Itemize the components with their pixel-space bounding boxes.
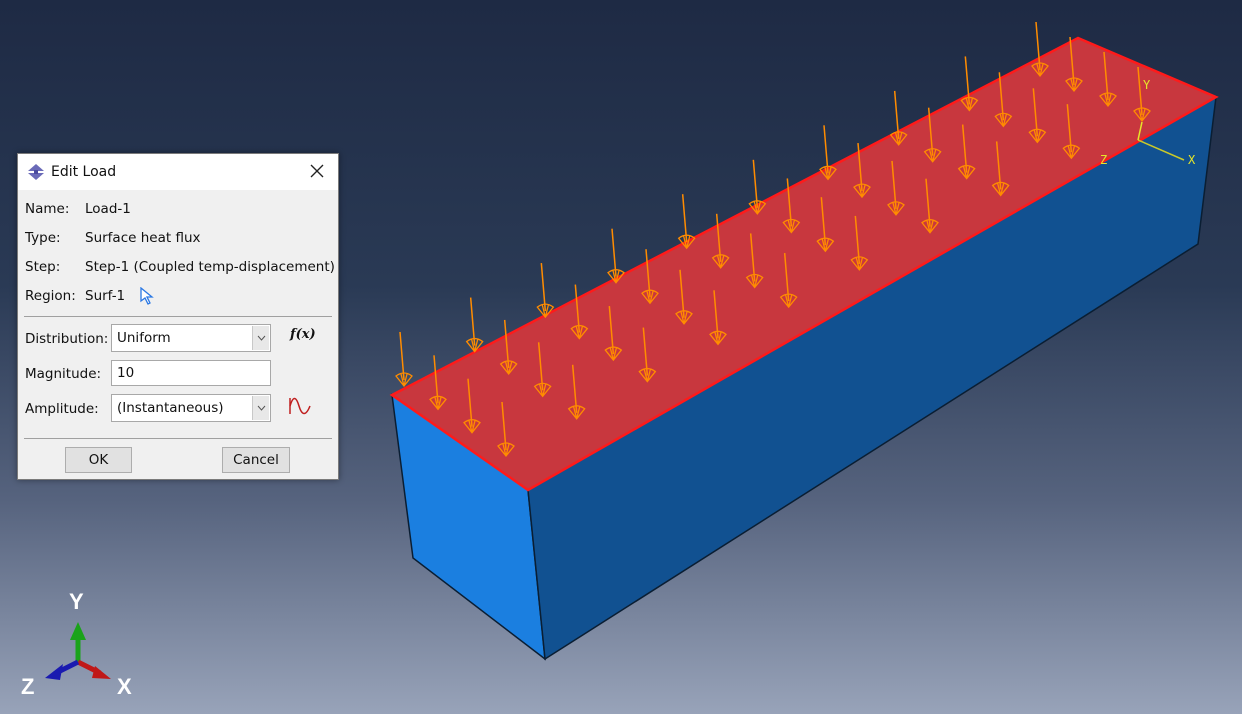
triad-x-label: X <box>117 674 132 699</box>
chevron-down-icon[interactable] <box>252 396 269 420</box>
heat-flux-arrow-icon <box>465 297 484 353</box>
triad-x-arrow-icon <box>92 666 111 679</box>
local-csys-x-label: X <box>1188 153 1196 167</box>
distribution-label: Distribution: <box>25 331 109 347</box>
amplitude-label: Amplitude: <box>25 401 99 417</box>
close-icon[interactable] <box>308 162 326 180</box>
step-label: Step: <box>25 259 61 275</box>
name-row: Name: Load-1 <box>25 201 131 217</box>
triad-z-label: Z <box>21 674 35 699</box>
dialog-title: Edit Load <box>51 164 117 180</box>
distribution-select[interactable]: Uniform <box>111 324 271 352</box>
separator <box>24 316 332 317</box>
heat-flux-arrow-icon <box>395 331 413 388</box>
magnitude-label: Magnitude: <box>25 366 102 382</box>
load-icon <box>28 164 44 180</box>
ok-button[interactable]: OK <box>65 447 132 473</box>
triad-z-arrow-icon <box>45 664 63 680</box>
triad-y-label: Y <box>69 589 84 614</box>
amplitude-select[interactable]: (Instantaneous) <box>111 394 271 422</box>
cancel-button[interactable]: Cancel <box>222 447 290 473</box>
amplitude-label-wrap: Amplitude: <box>25 401 99 417</box>
name-label: Name: <box>25 201 70 217</box>
step-value: Step-1 (Coupled temp-displacement) <box>85 259 335 275</box>
heat-flux-arrow-icon <box>536 263 555 319</box>
type-value: Surface heat flux <box>85 230 201 246</box>
step-row: Step: Step-1 (Coupled temp-displacement) <box>25 259 335 275</box>
chevron-down-icon[interactable] <box>252 326 269 350</box>
local-csys-y-label: Y <box>1143 78 1151 92</box>
magnitude-input[interactable]: 10 <box>111 360 271 386</box>
view-triad <box>45 622 111 680</box>
region-value: Surf-1 <box>85 288 126 304</box>
distribution-value: Uniform <box>117 330 171 346</box>
magnitude-label-wrap: Magnitude: <box>25 366 101 382</box>
distribution-label-wrap: Distribution: <box>25 331 108 347</box>
type-row: Type: Surface heat flux <box>25 230 201 246</box>
edit-load-dialog: Edit Load Name: Load-1 Type: Surface hea… <box>17 153 339 480</box>
magnitude-value: 10 <box>117 365 135 381</box>
dialog-titlebar[interactable]: Edit Load <box>18 154 338 190</box>
local-csys-z-label: Z <box>1100 153 1107 167</box>
type-label: Type: <box>25 230 61 246</box>
select-region-cursor-icon[interactable] <box>139 287 155 305</box>
amplitude-value: (Instantaneous) <box>117 400 224 416</box>
function-fx-icon[interactable]: f(x) <box>290 327 316 342</box>
name-value: Load-1 <box>85 201 131 217</box>
region-label: Region: <box>25 288 76 304</box>
region-row: Region: Surf-1 <box>25 287 155 305</box>
separator <box>24 438 332 439</box>
triad-y-arrow-icon <box>70 622 86 640</box>
amplitude-curve-icon[interactable] <box>288 396 312 416</box>
